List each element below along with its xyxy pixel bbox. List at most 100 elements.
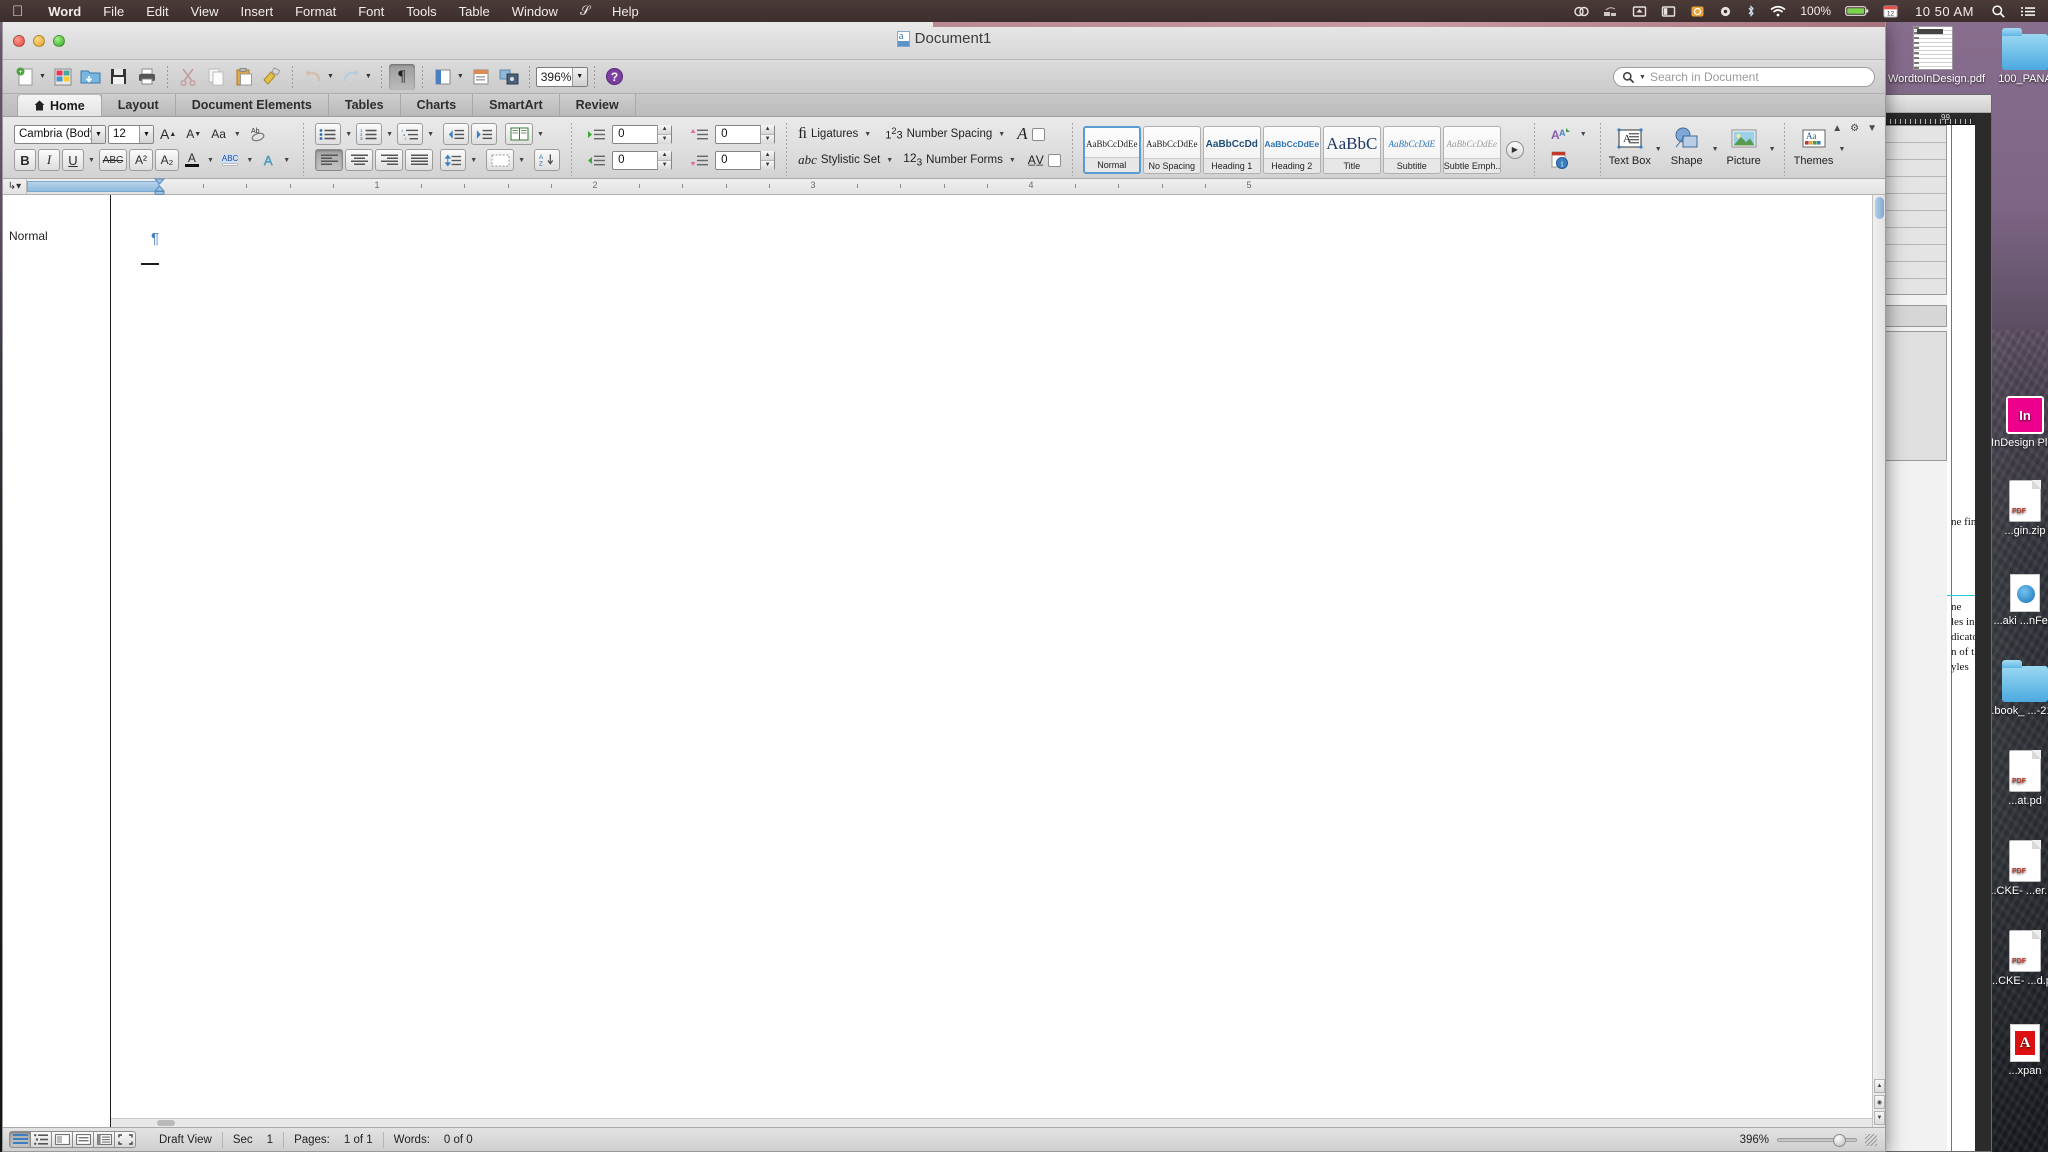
new-from-template-button[interactable] [50,64,76,90]
line-spacing-caret[interactable]: ▼ [468,157,479,164]
change-case-caret[interactable]: ▼ [232,131,243,138]
redo-button[interactable] [338,64,364,90]
tab-layout[interactable]: Layout [100,94,176,116]
vertical-scrollbar[interactable]: ▲ ◉ ▼ [1872,195,1885,1127]
save-button[interactable] [106,64,132,90]
space-after-stepper[interactable]: ▲ ▼ [760,150,775,170]
indent-markers[interactable] [154,178,165,195]
numbered-list-caret[interactable]: ▼ [384,131,395,138]
print-button[interactable] [134,64,160,90]
menu-item-file[interactable]: File [92,4,135,19]
space-after-input[interactable]: 0 ▲ ▼ [715,150,776,170]
shape-caret[interactable]: ▼ [1710,146,1721,153]
highlight-button[interactable]: ABC [218,149,242,171]
print-layout-icon[interactable] [72,1131,94,1148]
number-spacing-caret[interactable]: ▼ [996,131,1007,138]
display-icon[interactable] [1654,5,1683,18]
ligatures-caret[interactable]: ▼ [862,131,873,138]
show-formatting-marks-button[interactable]: ¶ [388,63,415,90]
collapse-ribbon-icon[interactable]: ▲ [1832,123,1842,134]
publishing-layout-icon[interactable] [51,1131,73,1148]
underline-button[interactable]: U [62,149,84,171]
menu-item-tools[interactable]: Tools [395,4,447,19]
menu-item-window[interactable]: Window [501,4,569,19]
bulleted-list-icon[interactable] [315,123,342,145]
strikethrough-button[interactable]: ABC [98,149,127,171]
outline-view-icon[interactable] [30,1131,52,1148]
resize-grip-icon[interactable] [1865,1133,1877,1146]
tab-document-elements[interactable]: Document Elements [174,94,329,116]
desktop-icon[interactable]: 100_PANA [1980,24,2048,86]
menu-item-format[interactable]: Format [284,4,347,19]
font-color-button[interactable]: A [181,149,203,171]
tab-stop-selector-icon[interactable]: ↳▾ [3,179,27,194]
airdrop-icon[interactable] [1596,5,1625,18]
tab-home[interactable]: Home [17,94,102,116]
number-forms-label[interactable]: Number Forms [926,154,1003,166]
menu-item-font[interactable]: Font [347,4,395,19]
align-right-icon[interactable] [375,149,404,171]
style-subtitle[interactable]: AaBbCcDdE Subtitle [1382,125,1441,174]
columns-icon[interactable] [505,123,534,145]
bg-panel-character-styles[interactable] [1885,331,1947,461]
shrink-font-icon[interactable]: A ▼ [182,123,205,145]
style-title[interactable]: AaBbC Title [1322,125,1381,174]
script-style-icon[interactable]: A [1017,124,1027,144]
ribbon-options-icon[interactable]: ⚙ [1850,123,1859,134]
indent-right-input[interactable]: 0 ▲ ▼ [612,150,673,170]
text-box-button[interactable]: A Text Box [1607,121,1653,173]
spotlight-search-icon[interactable] [1984,4,2013,19]
decrease-indent-icon[interactable] [443,123,470,145]
copy-button[interactable] [203,64,229,90]
help-icon[interactable]: ? [602,64,628,90]
multilevel-list-icon[interactable]: 1ai [397,123,424,145]
underline-caret[interactable]: ▼ [86,157,97,164]
ribbon-help-icon[interactable]: ▼ [1867,123,1877,134]
menubar-clock[interactable]: 10 50 AM [1905,4,1984,19]
themes-caret[interactable]: ▼ [1837,146,1848,153]
calendar-icon[interactable]: 12 [1876,4,1905,18]
menu-item-insert[interactable]: Insert [230,4,285,19]
notification-center-icon[interactable] [2013,5,2048,18]
bulleted-list-caret[interactable]: ▼ [343,131,354,138]
sort-icon[interactable]: AZ [534,149,561,171]
menu-item-edit[interactable]: Edit [135,4,179,19]
cut-button[interactable] [175,64,201,90]
stylistic-set-caret[interactable]: ▼ [884,157,895,164]
style-normal[interactable]: AaBbCcDdEe Normal [1082,125,1141,174]
bold-button[interactable]: B [14,149,36,171]
font-color-caret[interactable]: ▼ [205,157,216,164]
shape-button[interactable]: Shape [1664,121,1710,173]
ruler-track[interactable]: 1 2 3 4 5 [27,178,1885,195]
tab-charts[interactable]: Charts [399,94,474,116]
ligatures-label[interactable]: Ligatures [811,128,858,140]
notebook-layout-button[interactable] [468,64,494,90]
indent-right-stepper[interactable]: ▲ ▼ [657,150,672,170]
search-input[interactable]: ▼ Search in Document [1613,67,1875,87]
align-left-icon[interactable] [315,149,344,171]
window-titlebar[interactable]: Document1 [3,22,1885,60]
script-style-checkbox[interactable] [1031,127,1045,141]
themes-button[interactable]: Aa Themes [1791,121,1837,173]
new-document-caret[interactable]: ▼ [39,73,46,80]
vertical-scrollbar-thumb[interactable] [1875,197,1884,219]
bg-window-scrollbar[interactable] [1975,113,1991,1151]
creative-cloud-icon[interactable] [1567,5,1596,18]
previous-page-button[interactable]: ▲ [1874,1079,1885,1093]
style-heading-2[interactable]: AaBbCcDdEe Heading 2 [1262,125,1321,174]
citation-icon[interactable]: 1 [1546,149,1576,171]
media-browser-button[interactable] [496,64,522,90]
bg-panel-paragraph-styles[interactable] [1885,125,1947,295]
zoom-dropdown-arrow[interactable]: ▼ [571,67,587,86]
kerning-av-icon[interactable]: A̲V̲ [1028,153,1044,167]
horizontal-scrollbar[interactable] [111,1118,1872,1127]
stylistic-set-label[interactable]: Stylistic Set [821,154,880,166]
borders-icon[interactable] [486,149,515,171]
full-screen-icon[interactable] [114,1131,136,1148]
tab-review[interactable]: Review [558,94,636,116]
picture-caret[interactable]: ▼ [1767,146,1778,153]
apple-menu-icon[interactable]:  [0,4,37,19]
style-area-pane[interactable]: Normal [3,195,111,1127]
indent-left-input[interactable]: 0 ▲ ▼ [612,124,673,144]
superscript-button[interactable]: A² [128,149,153,171]
